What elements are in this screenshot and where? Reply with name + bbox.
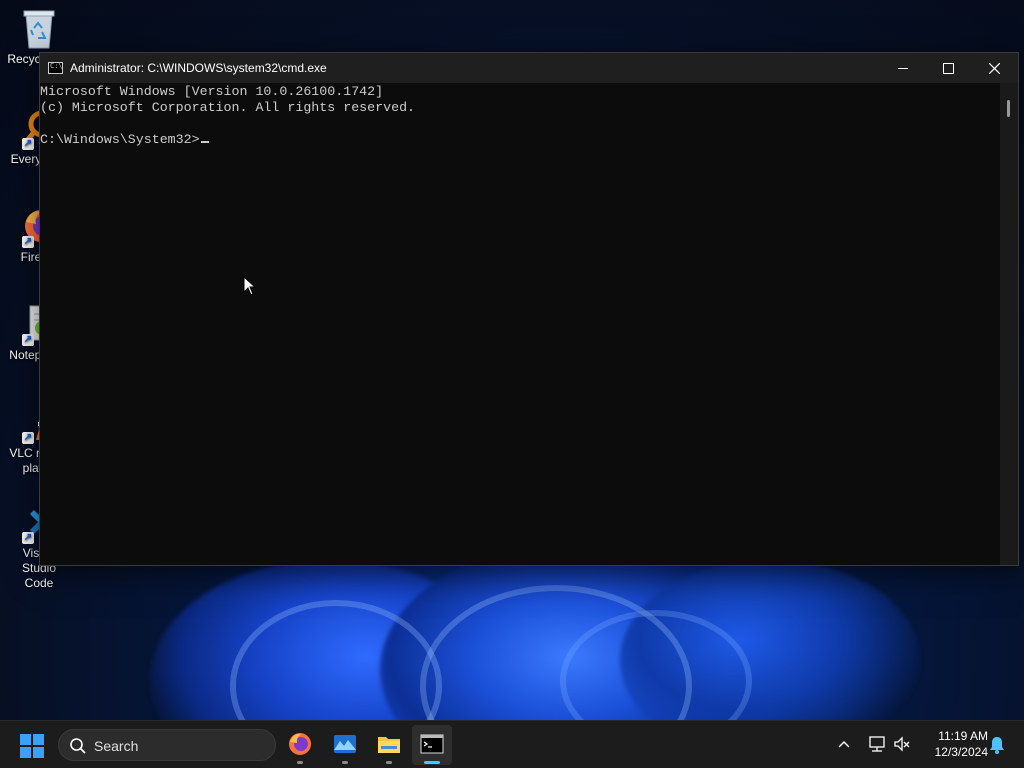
taskbar-app-command-prompt[interactable] — [412, 725, 452, 765]
recycle-bin-icon — [20, 8, 58, 49]
running-indicator — [342, 761, 348, 764]
search-placeholder: Search — [94, 738, 139, 754]
mouse-pointer-icon — [243, 276, 257, 296]
taskbar-app-photos[interactable] — [325, 725, 365, 765]
maximize-button[interactable] — [925, 53, 971, 83]
console-copyright-line: (c) Microsoft Corporation. All rights re… — [40, 100, 416, 115]
taskbar-search[interactable]: Search — [58, 729, 276, 761]
folder-icon — [378, 737, 400, 753]
terminal-icon — [420, 734, 444, 754]
clock-time: 11:19 AM — [938, 729, 988, 743]
active-indicator — [424, 761, 440, 764]
close-icon — [988, 62, 1000, 74]
running-indicator — [297, 761, 303, 764]
taskbar-app-file-explorer[interactable] — [369, 725, 409, 765]
shortcut-arrow-icon: ↗ — [22, 432, 34, 444]
scrollbar-thumb[interactable] — [1007, 100, 1010, 117]
taskbar: Search 11:19 AM 12/3/2024 — [0, 720, 1024, 768]
system-clock[interactable]: 11:19 AM 12/3/2024 — [918, 728, 988, 760]
chevron-up-icon[interactable] — [836, 737, 852, 753]
shortcut-arrow-icon: ↗ — [22, 532, 34, 544]
minimize-button[interactable] — [880, 53, 926, 83]
console-prompt-line[interactable]: C:\Windows\System32> — [40, 132, 209, 148]
maximize-icon — [942, 62, 954, 74]
close-button[interactable] — [971, 53, 1017, 83]
shortcut-arrow-icon: ↗ — [22, 236, 34, 248]
running-indicator — [386, 761, 392, 764]
text-cursor — [200, 141, 209, 143]
console-prompt: C:\Windows\System32> — [40, 132, 200, 147]
windows-logo-icon — [33, 747, 44, 758]
title-bar[interactable]: C:\ Administrator: C:\WINDOWS\system32\c… — [40, 53, 1018, 83]
firefox-icon — [289, 733, 311, 755]
volume-muted-icon[interactable] — [893, 735, 911, 753]
windows-logo-icon — [20, 734, 31, 745]
start-button[interactable] — [16, 732, 48, 758]
desktop: Recycle Bin ↗ Everything ↗ Firefox — [0, 0, 1024, 768]
shortcut-arrow-icon: ↗ — [22, 138, 34, 150]
window-title: Administrator: C:\WINDOWS\system32\cmd.e… — [70, 61, 327, 75]
clock-date: 12/3/2024 — [934, 745, 988, 759]
photos-icon — [334, 735, 356, 753]
windows-logo-icon — [20, 747, 31, 758]
console-version-line: Microsoft Windows [Version 10.0.26100.17… — [40, 84, 384, 99]
minimize-icon — [898, 67, 908, 69]
network-icon[interactable] — [867, 735, 887, 753]
shortcut-arrow-icon: ↗ — [22, 334, 34, 346]
notification-bell-icon[interactable] — [988, 735, 1006, 755]
search-icon — [70, 738, 86, 754]
cmd-icon: C:\ — [48, 62, 63, 74]
windows-logo-icon — [33, 734, 44, 745]
vertical-scrollbar[interactable] — [1000, 83, 1018, 565]
cmd-window[interactable]: C:\ Administrator: C:\WINDOWS\system32\c… — [39, 52, 1019, 566]
console-output[interactable]: Microsoft Windows [Version 10.0.26100.17… — [40, 83, 1000, 565]
taskbar-app-firefox[interactable] — [280, 725, 320, 765]
